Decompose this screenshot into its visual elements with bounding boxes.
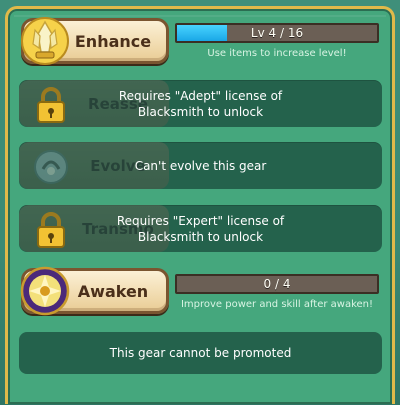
enhance-label: Enhance: [74, 31, 152, 51]
reassemble-message-text: Requires "Adept" license of Blacksmith t…: [118, 88, 283, 119]
awaken-progress-bar: 0 / 4: [175, 274, 379, 294]
enhance-level-bar: Lv 4 / 16: [175, 23, 379, 43]
promote-message: This gear cannot be promoted: [109, 346, 292, 360]
promote-status-box: This gear cannot be promoted: [19, 332, 382, 374]
transmute-locked-message: Requires "Expert" license of Blacksmith …: [19, 205, 382, 252]
enhance-hint: Use items to increase level!: [207, 48, 347, 59]
reassemble-locked-message: Requires "Adept" license of Blacksmith t…: [19, 80, 382, 127]
awaken-hint: Improve power and skill after awaken!: [180, 299, 374, 310]
awaken-icon: [18, 264, 72, 318]
enhance-button[interactable]: Enhance: [21, 17, 169, 65]
evolve-row: Evolve Can't evolve this gear: [19, 142, 382, 189]
awaken-button[interactable]: Awaken: [20, 266, 169, 316]
evolve-message-text: Can't evolve this gear: [134, 158, 267, 173]
transmute-message-text: Requires "Expert" license of Blacksmith …: [116, 213, 285, 244]
reassemble-row: Reasse Requires "Adept" license of Black…: [19, 80, 382, 127]
awaken-label: Awaken: [77, 281, 149, 301]
evolve-locked-message: Can't evolve this gear: [19, 142, 382, 189]
awaken-progress-text: 0 / 4: [263, 277, 291, 291]
transmute-row: Transmo Requires "Expert" license of Bla…: [19, 205, 382, 252]
crystal-enhance-icon: [18, 14, 72, 68]
enhance-level-text: Lv 4 / 16: [250, 26, 304, 40]
